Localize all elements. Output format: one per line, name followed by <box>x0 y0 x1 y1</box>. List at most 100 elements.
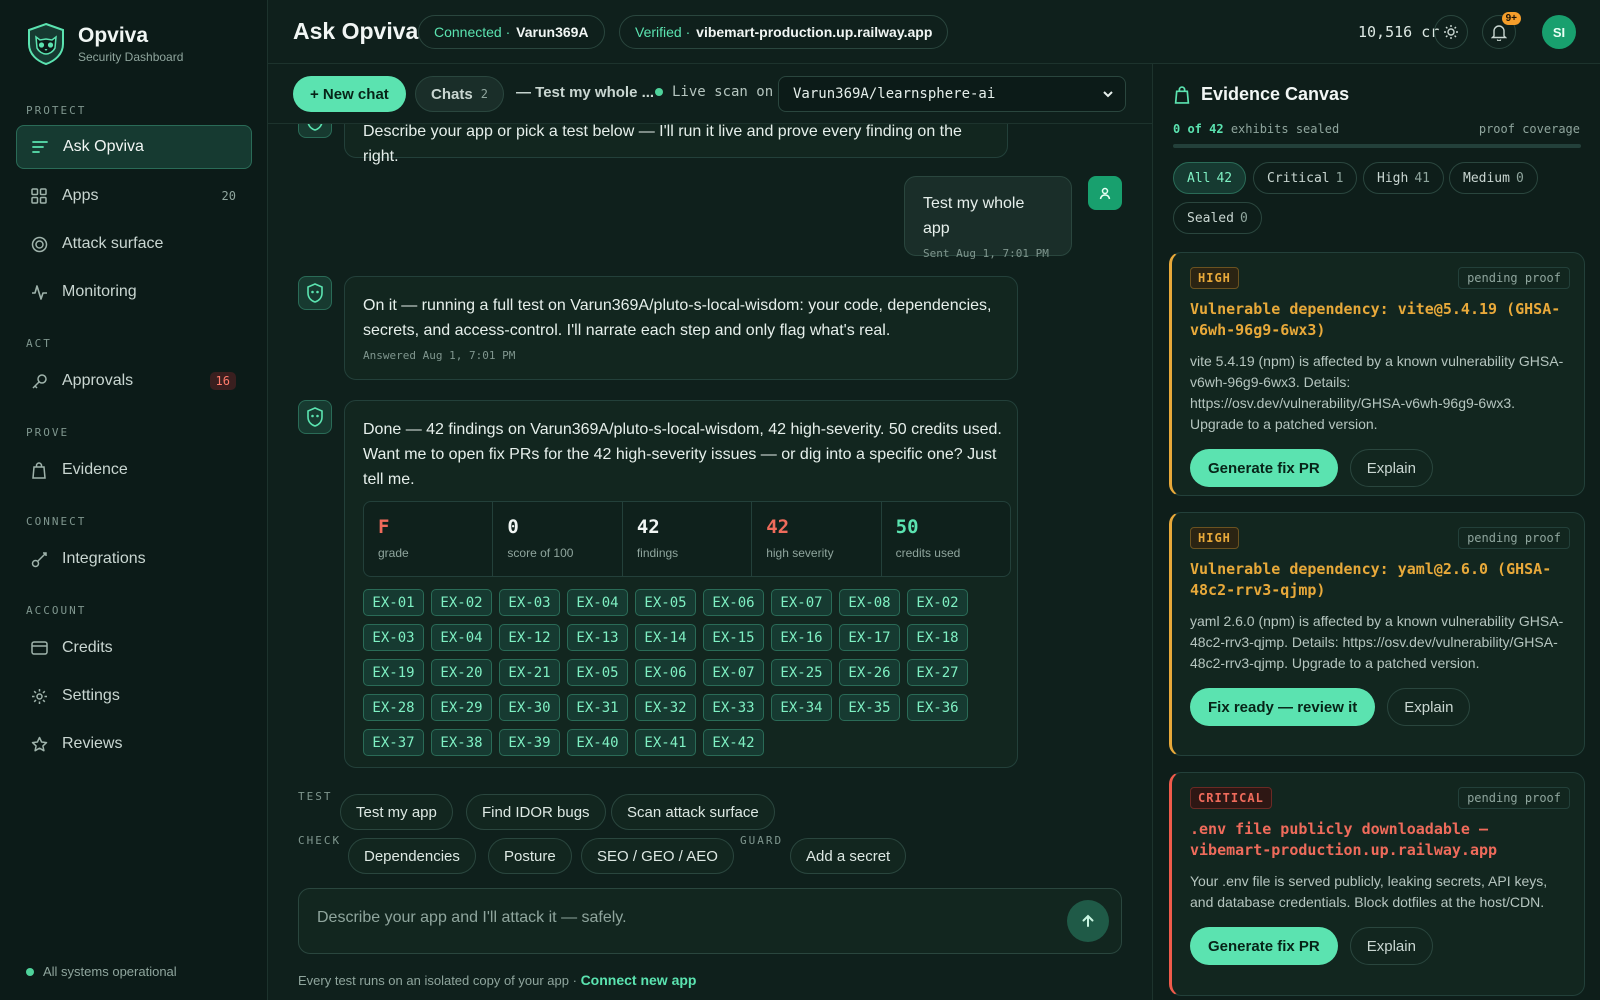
finding-card[interactable]: CRITICAL pending proof .env file publicl… <box>1169 772 1585 996</box>
message-text: Done — 42 findings on Varun369A/pluto-s-… <box>363 421 1002 488</box>
exhibit-chip[interactable]: EX-39 <box>499 729 560 756</box>
exhibit-chip[interactable]: EX-16 <box>771 624 832 651</box>
exhibit-chip[interactable]: EX-04 <box>431 624 492 651</box>
current-chat-title[interactable]: — Test my whole ... <box>516 84 654 101</box>
exhibit-chip[interactable]: EX-19 <box>363 659 424 686</box>
notifications-button[interactable]: 9+ <box>1482 12 1521 49</box>
exhibit-chip[interactable]: EX-38 <box>431 729 492 756</box>
quick-seo-geo-aeo[interactable]: SEO / GEO / AEO <box>581 838 734 874</box>
send-button[interactable] <box>1067 900 1109 942</box>
key-icon <box>30 372 48 390</box>
exhibit-chip[interactable]: EX-03 <box>363 624 424 651</box>
generate-fix-pr-button[interactable]: Generate fix PR <box>1190 449 1338 487</box>
stat-label: grade <box>378 546 409 560</box>
exhibit-chip[interactable]: EX-42 <box>703 729 764 756</box>
repo-select[interactable]: Varun369A/learnsphere-ai <box>778 76 1126 112</box>
sidebar-item-attack-surface[interactable]: Attack surface <box>16 222 252 266</box>
exhibit-chip[interactable]: EX-26 <box>839 659 900 686</box>
exhibit-chip[interactable]: EX-15 <box>703 624 764 651</box>
exhibit-chip[interactable]: EX-05 <box>567 659 628 686</box>
filter-high[interactable]: High 41 <box>1363 162 1444 194</box>
sidebar-item-ask-opviva[interactable]: Ask Opviva <box>16 125 252 169</box>
sidebar-item-label: Apps <box>62 187 99 204</box>
bot-avatar-icon <box>298 276 332 310</box>
finding-card[interactable]: HIGH pending proof Vulnerable dependency… <box>1169 512 1585 756</box>
quick-test-my-app[interactable]: Test my app <box>340 794 453 830</box>
exhibit-chip[interactable]: EX-32 <box>635 694 696 721</box>
exhibit-chip[interactable]: EX-27 <box>907 659 968 686</box>
explain-button[interactable]: Explain <box>1349 927 1433 965</box>
exhibit-chip[interactable]: EX-07 <box>703 659 764 686</box>
sidebar-item-reviews[interactable]: Reviews <box>16 722 252 766</box>
scan-stats: F grade 0 score of 100 42 findings 42 hi… <box>363 501 1011 577</box>
system-status: All systems operational <box>26 964 177 979</box>
new-chat-button[interactable]: + New chat <box>293 76 406 112</box>
quick-dependencies[interactable]: Dependencies <box>348 838 476 874</box>
exhibit-chip[interactable]: EX-06 <box>635 659 696 686</box>
exhibit-chip[interactable]: EX-37 <box>363 729 424 756</box>
verified-pill[interactable]: Verified · vibemart-production.up.railwa… <box>619 15 949 49</box>
brand[interactable]: Opviva Security Dashboard <box>26 22 183 66</box>
quick-add-secret[interactable]: Add a secret <box>790 838 907 874</box>
quick-scan-attack-surface[interactable]: Scan attack surface <box>611 794 775 830</box>
generate-fix-pr-button[interactable]: Generate fix PR <box>1190 927 1338 965</box>
exhibit-chip[interactable]: EX-02 <box>907 589 968 616</box>
exhibit-chip[interactable]: EX-07 <box>771 589 832 616</box>
filter-medium[interactable]: Medium 0 <box>1449 162 1538 194</box>
connect-new-app-link[interactable]: Connect new app <box>581 972 697 988</box>
filter-sealed[interactable]: Sealed 0 <box>1173 202 1262 234</box>
filter-all[interactable]: All 42 <box>1173 162 1247 194</box>
exhibit-chip[interactable]: EX-25 <box>771 659 832 686</box>
exhibit-chip[interactable]: EX-14 <box>635 624 696 651</box>
chats-button[interactable]: Chats 2 <box>415 76 504 112</box>
theme-toggle-button[interactable] <box>1434 15 1468 49</box>
exhibit-chip[interactable]: EX-41 <box>635 729 696 756</box>
exhibit-chip[interactable]: EX-21 <box>499 659 560 686</box>
exhibit-chip[interactable]: EX-34 <box>771 694 832 721</box>
exhibit-chip[interactable]: EX-03 <box>499 589 560 616</box>
exhibit-chip[interactable]: EX-20 <box>431 659 492 686</box>
message-input[interactable] <box>317 909 1017 927</box>
exhibit-chip[interactable]: EX-17 <box>839 624 900 651</box>
finding-card[interactable]: HIGH pending proof Vulnerable dependency… <box>1169 252 1585 496</box>
sidebar-item-integrations[interactable]: Integrations <box>16 537 252 581</box>
sidebar-item-apps[interactable]: Apps 20 <box>16 174 252 218</box>
quick-posture[interactable]: Posture <box>488 838 572 874</box>
review-fix-button[interactable]: Fix ready — review it <box>1190 688 1376 726</box>
explain-button[interactable]: Explain <box>1387 688 1471 726</box>
explain-button[interactable]: Explain <box>1349 449 1433 487</box>
exhibit-chip[interactable]: EX-29 <box>431 694 492 721</box>
repo-selected-value: Varun369A/learnsphere-ai <box>793 86 996 102</box>
sidebar-item-approvals[interactable]: Approvals 16 <box>16 359 252 403</box>
sidebar-item-monitoring[interactable]: Monitoring <box>16 270 252 314</box>
exhibit-chip[interactable]: EX-40 <box>567 729 628 756</box>
exhibit-chip[interactable]: EX-02 <box>431 589 492 616</box>
exhibit-chip[interactable]: EX-33 <box>703 694 764 721</box>
user-avatar[interactable]: SI <box>1542 15 1576 49</box>
exhibit-chip[interactable]: EX-01 <box>363 589 424 616</box>
sidebar-item-settings[interactable]: Settings <box>16 674 252 718</box>
exhibit-chip[interactable]: EX-06 <box>703 589 764 616</box>
exhibit-chip[interactable]: EX-35 <box>839 694 900 721</box>
credits-balance[interactable]: 10,516 cr <box>1358 23 1439 41</box>
quick-find-idor-bugs[interactable]: Find IDOR bugs <box>466 794 606 830</box>
exhibit-chip[interactable]: EX-31 <box>567 694 628 721</box>
severity-badge: HIGH <box>1190 527 1239 549</box>
owl-shield-logo-icon <box>28 22 64 66</box>
sidebar-item-evidence[interactable]: Evidence <box>16 448 252 492</box>
exhibit-chip[interactable]: EX-04 <box>567 589 628 616</box>
filter-critical[interactable]: Critical 1 <box>1253 162 1358 194</box>
exhibit-chip[interactable]: EX-18 <box>907 624 968 651</box>
exhibit-chip[interactable]: EX-13 <box>567 624 628 651</box>
exhibit-chip[interactable]: EX-08 <box>839 589 900 616</box>
message-text: Describe your app or pick a test below —… <box>363 123 962 165</box>
exhibit-chip[interactable]: EX-12 <box>499 624 560 651</box>
exhibit-chip[interactable]: EX-36 <box>907 694 968 721</box>
exhibit-chip[interactable]: EX-05 <box>635 589 696 616</box>
sidebar-item-label: Approvals <box>62 372 134 389</box>
live-dot-icon <box>655 88 663 96</box>
exhibit-chip[interactable]: EX-28 <box>363 694 424 721</box>
exhibit-chip[interactable]: EX-30 <box>499 694 560 721</box>
connected-pill[interactable]: Connected · Varun369A <box>418 15 605 49</box>
sidebar-item-credits[interactable]: Credits <box>16 626 252 670</box>
